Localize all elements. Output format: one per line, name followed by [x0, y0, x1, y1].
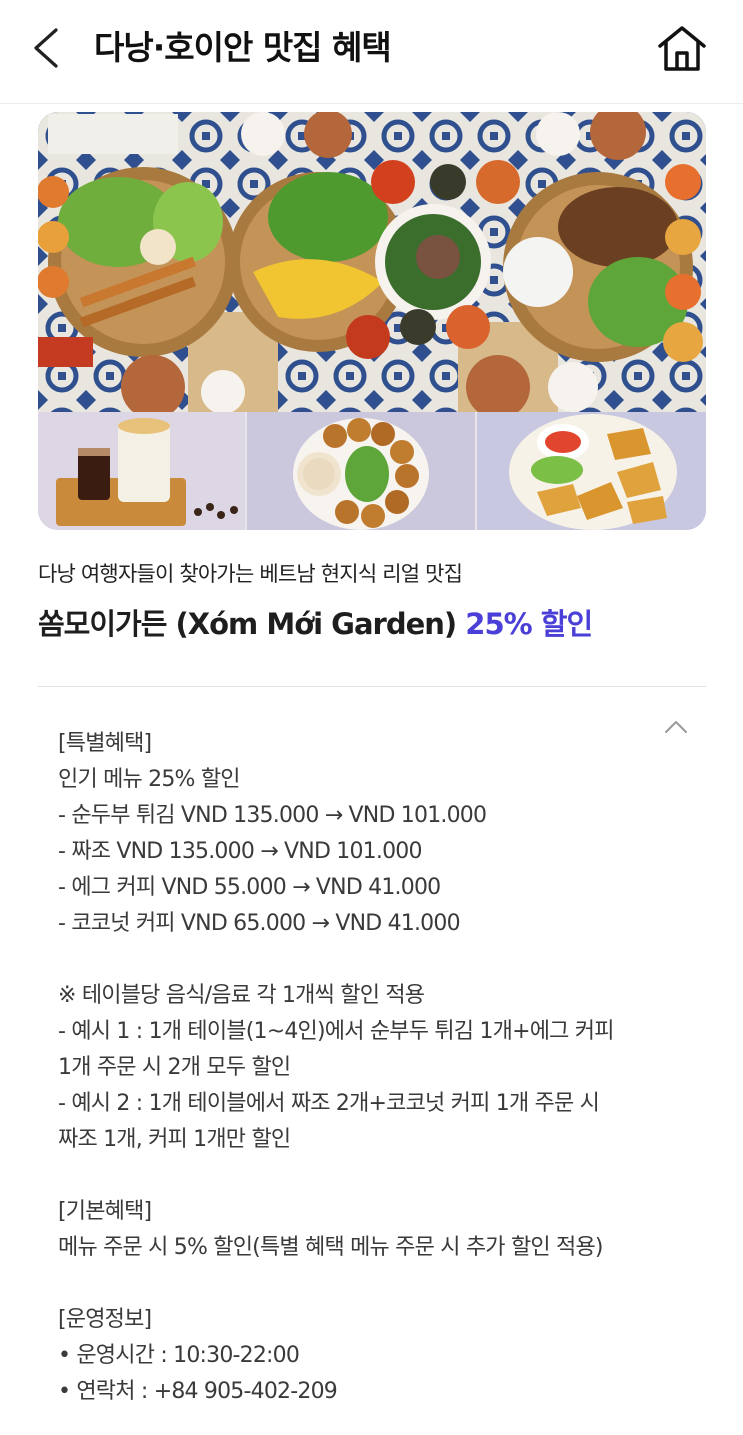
notice-line: 1개 주문 시 2개 모두 할인 — [58, 1055, 291, 1080]
menu-discount-item: - 짜조 VND 135.000 → VND 101.000 — [58, 839, 422, 864]
operating-hours: • 운영시간 : 10:30-22:00 — [58, 1343, 300, 1368]
app-header: 다낭·호이안 맛집 혜택 — [0, 0, 743, 104]
basic-benefit-heading: [기본혜택] — [58, 1199, 152, 1224]
discount-badge: 25% 할인 — [465, 607, 593, 641]
photo-egg-coffee — [38, 412, 245, 530]
operation-info-heading: [운영정보] — [58, 1307, 152, 1332]
home-button[interactable] — [656, 24, 708, 74]
photo-food-spread — [38, 112, 706, 412]
photo-spring-rolls — [477, 412, 706, 530]
notice-line: 짜조 1개, 커피 1개만 할인 — [58, 1127, 291, 1152]
food-photo-gallery[interactable] — [38, 112, 706, 530]
notice-heading: ※ 테이블당 음식/음료 각 1개씩 할인 적용 — [58, 983, 425, 1008]
restaurant-title: 쏨모이가든 (Xóm Mới Garden) 25% 할인 — [38, 604, 593, 644]
special-benefit-intro: 인기 메뉴 25% 할인 — [58, 767, 241, 792]
page-title: 다낭·호이안 맛집 혜택 — [94, 28, 392, 67]
back-button[interactable] — [26, 26, 70, 70]
special-benefit-heading: [특별혜택] — [58, 731, 152, 756]
contact-phone: • 연락처 : +84 905-402-209 — [58, 1379, 338, 1404]
chevron-left-icon — [34, 28, 58, 68]
restaurant-tagline: 다낭 여행자들이 찾아가는 베트남 현지식 리얼 맛집 — [38, 562, 463, 586]
home-icon — [658, 26, 706, 71]
restaurant-name: 쏨모이가든 (Xóm Mới Garden) — [38, 607, 457, 641]
menu-discount-item: - 코코넛 커피 VND 65.000 → VND 41.000 — [58, 911, 461, 936]
notice-line: - 예시 1 : 1개 테이블(1~4인)에서 순부두 튀김 1개+에그 커피 — [58, 1019, 614, 1044]
notice-line: - 예시 2 : 1개 테이블에서 짜조 2개+코코넛 커피 1개 주문 시 — [58, 1091, 600, 1116]
benefit-details: [특별혜택] 인기 메뉴 25% 할인 - 순두부 튀김 VND 135.000… — [58, 726, 698, 1410]
menu-discount-item: - 에그 커피 VND 55.000 → VND 41.000 — [58, 875, 441, 900]
basic-benefit-text: 메뉴 주문 시 5% 할인(특별 혜택 메뉴 주문 시 추가 할인 적용) — [58, 1235, 603, 1260]
menu-discount-item: - 순두부 튀김 VND 135.000 → VND 101.000 — [58, 803, 487, 828]
photo-tofu-fritters — [247, 412, 475, 530]
section-divider — [38, 686, 706, 687]
